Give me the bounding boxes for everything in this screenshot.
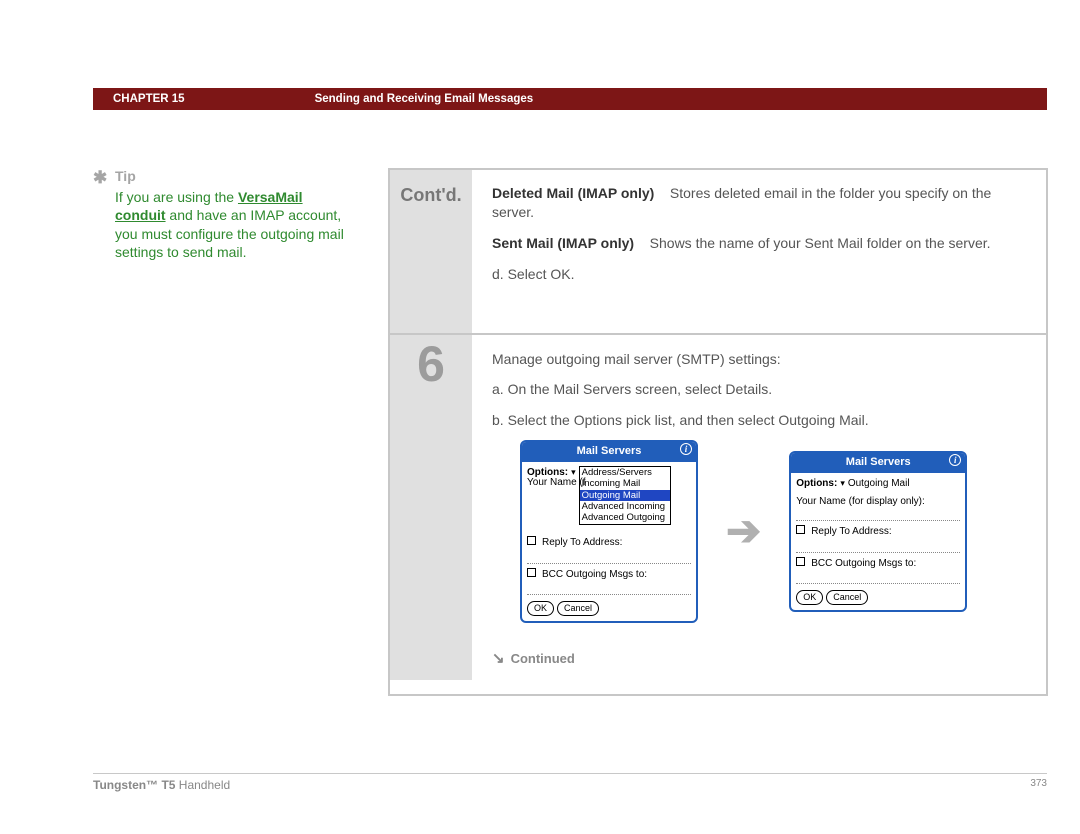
bcc-label-2: BCC Outgoing Msgs to: bbox=[811, 557, 916, 572]
page-footer: Tungsten™ T5 Handheld 373 bbox=[93, 773, 1047, 792]
page-number: 373 bbox=[1030, 778, 1047, 792]
options-dropdown[interactable]: Address/Servers Incoming Mail Outgoing M… bbox=[579, 466, 671, 525]
step-6-section: 6 Manage outgoing mail server (SMTP) set… bbox=[390, 335, 1046, 680]
continued-label: ↘ Continued bbox=[492, 648, 575, 670]
options-label-2: Options: bbox=[796, 477, 837, 492]
dd-item[interactable]: Address/Servers bbox=[580, 467, 670, 478]
product-name: Tungsten™ T5 Handheld bbox=[93, 778, 230, 792]
input-line[interactable] bbox=[527, 585, 691, 595]
input-line[interactable] bbox=[796, 574, 960, 584]
ok-button-1[interactable]: OK bbox=[527, 601, 554, 616]
reply-label-1: Reply To Address: bbox=[542, 536, 622, 551]
bcc-checkbox-2[interactable] bbox=[796, 557, 805, 566]
chapter-header: CHAPTER 15 Sending and Receiving Email M… bbox=[93, 88, 1047, 110]
arrow-right-icon: ➔ bbox=[726, 501, 761, 562]
mail-servers-screen-dropdown: Mail Servers i Options: ▾ Address/Server… bbox=[520, 440, 698, 623]
input-line[interactable] bbox=[796, 543, 960, 553]
asterisk-icon: ✱ bbox=[93, 167, 107, 189]
info-icon[interactable]: i bbox=[949, 454, 961, 466]
tip-text: If you are using the VersaMail conduit a… bbox=[115, 188, 350, 261]
ok-button-2[interactable]: OK bbox=[796, 590, 823, 605]
pda-title-2: Mail Servers i bbox=[791, 453, 965, 473]
cancel-button-2[interactable]: Cancel bbox=[826, 590, 868, 605]
tip-label: Tip bbox=[115, 167, 350, 185]
mail-servers-screen-outgoing: Mail Servers i Options: ▾ Outgoing Mail … bbox=[789, 451, 967, 612]
dd-item-selected[interactable]: Outgoing Mail bbox=[580, 490, 670, 501]
def-text-sent: Shows the name of your Sent Mail folder … bbox=[650, 235, 991, 251]
info-icon[interactable]: i bbox=[680, 443, 692, 455]
dd-item[interactable]: Advanced Incoming bbox=[580, 501, 670, 512]
step-number: 6 bbox=[390, 335, 472, 680]
bcc-checkbox-1[interactable] bbox=[527, 568, 536, 577]
reply-label-2: Reply To Address: bbox=[811, 525, 891, 540]
pda-title-1: Mail Servers i bbox=[522, 442, 696, 462]
dropdown-arrow-icon[interactable]: ▾ bbox=[840, 477, 845, 490]
chapter-label: CHAPTER 15 bbox=[113, 93, 185, 105]
step6-b: b. Select the Options pick list, and the… bbox=[492, 410, 1030, 430]
contd-body: Deleted Mail (IMAP only) Stores deleted … bbox=[472, 170, 1046, 333]
def-term-sent: Sent Mail (IMAP only) bbox=[492, 235, 634, 251]
input-line[interactable] bbox=[796, 511, 960, 521]
dd-item[interactable]: Advanced Outgoing bbox=[580, 512, 670, 523]
bcc-label-1: BCC Outgoing Msgs to: bbox=[542, 568, 647, 583]
def-term-deleted: Deleted Mail (IMAP only) bbox=[492, 185, 654, 201]
contd-label: Cont'd. bbox=[390, 170, 472, 333]
options-value-2[interactable]: Outgoing Mail bbox=[848, 477, 910, 492]
reply-checkbox-2[interactable] bbox=[796, 525, 805, 534]
continued-arrow-icon: ↘ bbox=[492, 648, 505, 670]
step-d: d. Select OK. bbox=[492, 265, 1028, 284]
your-name-label-2: Your Name (for display only): bbox=[796, 495, 960, 510]
input-line[interactable] bbox=[527, 554, 691, 564]
cancel-button-1[interactable]: Cancel bbox=[557, 601, 599, 616]
step6-a: a. On the Mail Servers screen, select De… bbox=[492, 379, 1030, 399]
dd-item[interactable]: Incoming Mail bbox=[580, 478, 670, 489]
screenshots-row: Mail Servers i Options: ▾ Address/Server… bbox=[520, 440, 1030, 623]
step6-intro: Manage outgoing mail server (SMTP) setti… bbox=[492, 349, 1030, 369]
step-body: Manage outgoing mail server (SMTP) setti… bbox=[472, 335, 1046, 680]
tip-sidebar: ✱ Tip If you are using the VersaMail con… bbox=[115, 167, 350, 261]
contd-section: Cont'd. Deleted Mail (IMAP only) Stores … bbox=[390, 170, 1046, 335]
reply-checkbox-1[interactable] bbox=[527, 536, 536, 545]
chapter-title: Sending and Receiving Email Messages bbox=[315, 93, 534, 105]
main-content-panel: Cont'd. Deleted Mail (IMAP only) Stores … bbox=[388, 168, 1048, 696]
